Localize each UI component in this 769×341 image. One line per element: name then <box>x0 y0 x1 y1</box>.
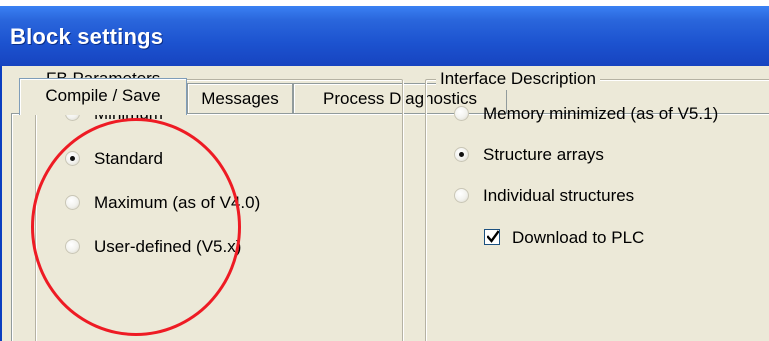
radio-memory-minimized-label: Memory minimized (as of V5.1) <box>483 104 719 123</box>
radio-button-icon[interactable] <box>65 195 80 210</box>
radio-user-defined-label: User-defined (V5.x) <box>94 237 242 256</box>
radio-dot-icon <box>70 156 75 161</box>
checkmark-icon <box>487 230 499 243</box>
fb-parameters-group: FB Parameters Minimum Standard Maximum (… <box>35 68 403 341</box>
radio-standard-label: Standard <box>94 149 163 168</box>
checkbox-icon[interactable] <box>484 229 500 245</box>
radio-button-selected-icon[interactable] <box>65 151 80 166</box>
radio-individual-structures-label: Individual structures <box>483 186 635 205</box>
radio-maximum-label: Maximum (as of V4.0) <box>94 193 261 212</box>
interface-description-title: Interface Description <box>436 68 600 90</box>
radio-structure-arrays-label: Structure arrays <box>483 145 604 164</box>
interface-description-group: Interface Description Memory minimized (… <box>425 68 769 341</box>
radio-button-icon[interactable] <box>454 106 469 121</box>
block-settings-window: Block settings Compile / Save Messages P… <box>0 0 769 341</box>
radio-button-icon[interactable] <box>65 239 80 254</box>
window-title: Block settings <box>10 24 164 49</box>
title-bar[interactable]: Block settings <box>0 0 769 66</box>
download-to-plc-label: Download to PLC <box>512 228 645 247</box>
radio-dot-icon <box>459 152 464 157</box>
radio-button-selected-icon[interactable] <box>454 147 469 162</box>
radio-button-icon[interactable] <box>454 188 469 203</box>
tab-compile-save[interactable]: Compile / Save <box>19 78 187 115</box>
